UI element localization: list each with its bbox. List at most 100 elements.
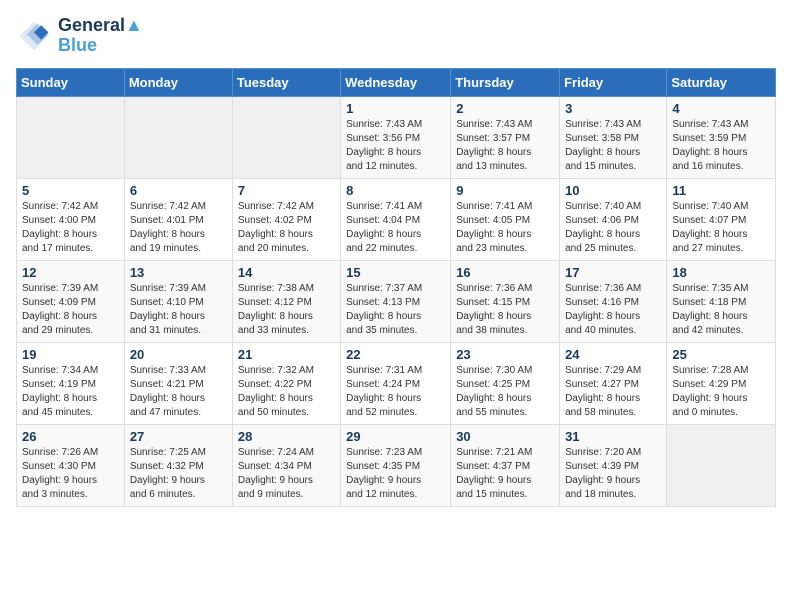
calendar-cell: 18 Sunrise: 7:35 AM Sunset: 4:18 PM Dayli… (667, 260, 776, 342)
day-info: Sunrise: 7:39 AM Sunset: 4:10 PM Dayligh… (130, 282, 227, 338)
calendar-cell: 10 Sunrise: 7:40 AM Sunset: 4:06 PM Dayli… (560, 178, 667, 260)
calendar-cell (232, 96, 340, 178)
weekday-header: Thursday (451, 68, 560, 96)
day-info: Sunrise: 7:37 AM Sunset: 4:13 PM Dayligh… (346, 282, 445, 338)
weekday-header: Wednesday (341, 68, 451, 96)
day-info: Sunrise: 7:41 AM Sunset: 4:05 PM Dayligh… (456, 200, 554, 256)
calendar-cell: 3 Sunrise: 7:43 AM Sunset: 3:58 PM Daylig… (560, 96, 667, 178)
calendar-cell: 7 Sunrise: 7:42 AM Sunset: 4:02 PM Daylig… (232, 178, 340, 260)
weekday-header: Tuesday (232, 68, 340, 96)
day-number: 11 (672, 183, 770, 198)
day-number: 8 (346, 183, 445, 198)
day-info: Sunrise: 7:21 AM Sunset: 4:37 PM Dayligh… (456, 446, 554, 502)
calendar-cell: 30 Sunrise: 7:21 AM Sunset: 4:37 PM Dayli… (451, 424, 560, 506)
day-info: Sunrise: 7:29 AM Sunset: 4:27 PM Dayligh… (565, 364, 661, 420)
calendar-cell: 4 Sunrise: 7:43 AM Sunset: 3:59 PM Daylig… (667, 96, 776, 178)
day-number: 28 (238, 429, 335, 444)
day-number: 16 (456, 265, 554, 280)
calendar-cell: 20Sunrise: 7:33 AM Sunset: 4:21 PM Dayli… (124, 342, 232, 424)
day-number: 19 (22, 347, 119, 362)
day-number: 12 (22, 265, 119, 280)
calendar-cell: 13Sunrise: 7:39 AM Sunset: 4:10 PM Dayli… (124, 260, 232, 342)
day-info: Sunrise: 7:20 AM Sunset: 4:39 PM Dayligh… (565, 446, 661, 502)
calendar-cell: 31 Sunrise: 7:20 AM Sunset: 4:39 PM Dayli… (560, 424, 667, 506)
calendar-cell: 11 Sunrise: 7:40 AM Sunset: 4:07 PM Dayli… (667, 178, 776, 260)
calendar-week-row: 1Sunrise: 7:43 AM Sunset: 3:56 PM Daylig… (17, 96, 776, 178)
logo-icon (16, 18, 52, 54)
calendar-cell: 9 Sunrise: 7:41 AM Sunset: 4:05 PM Daylig… (451, 178, 560, 260)
calendar-header: SundayMondayTuesdayWednesdayThursdayFrid… (17, 68, 776, 96)
day-info: Sunrise: 7:25 AM Sunset: 4:32 PM Dayligh… (130, 446, 227, 502)
day-number: 1 (346, 101, 445, 116)
day-info: Sunrise: 7:24 AM Sunset: 4:34 PM Dayligh… (238, 446, 335, 502)
day-info: Sunrise: 7:39 AM Sunset: 4:09 PM Dayligh… (22, 282, 119, 338)
calendar-cell: 23 Sunrise: 7:30 AM Sunset: 4:25 PM Dayli… (451, 342, 560, 424)
calendar-cell: 29Sunrise: 7:23 AM Sunset: 4:35 PM Dayli… (341, 424, 451, 506)
day-info: Sunrise: 7:33 AM Sunset: 4:21 PM Dayligh… (130, 364, 227, 420)
day-number: 6 (130, 183, 227, 198)
day-info: Sunrise: 7:38 AM Sunset: 4:12 PM Dayligh… (238, 282, 335, 338)
day-info: Sunrise: 7:36 AM Sunset: 4:16 PM Dayligh… (565, 282, 661, 338)
calendar-cell: 22Sunrise: 7:31 AM Sunset: 4:24 PM Dayli… (341, 342, 451, 424)
day-number: 30 (456, 429, 554, 444)
day-info: Sunrise: 7:35 AM Sunset: 4:18 PM Dayligh… (672, 282, 770, 338)
day-number: 14 (238, 265, 335, 280)
calendar-cell (667, 424, 776, 506)
page-header: General▲ Blue (16, 16, 776, 56)
calendar-cell: 5Sunrise: 7:42 AM Sunset: 4:00 PM Daylig… (17, 178, 125, 260)
day-number: 18 (672, 265, 770, 280)
day-info: Sunrise: 7:42 AM Sunset: 4:02 PM Dayligh… (238, 200, 335, 256)
day-info: Sunrise: 7:30 AM Sunset: 4:25 PM Dayligh… (456, 364, 554, 420)
day-info: Sunrise: 7:28 AM Sunset: 4:29 PM Dayligh… (672, 364, 770, 420)
day-number: 4 (672, 101, 770, 116)
day-info: Sunrise: 7:40 AM Sunset: 4:07 PM Dayligh… (672, 200, 770, 256)
calendar-week-row: 26 Sunrise: 7:26 AM Sunset: 4:30 PM Dayli… (17, 424, 776, 506)
day-number: 31 (565, 429, 661, 444)
day-number: 3 (565, 101, 661, 116)
day-number: 15 (346, 265, 445, 280)
day-number: 7 (238, 183, 335, 198)
day-number: 21 (238, 347, 335, 362)
calendar-week-row: 5Sunrise: 7:42 AM Sunset: 4:00 PM Daylig… (17, 178, 776, 260)
weekday-header: Friday (560, 68, 667, 96)
calendar-cell: 27 Sunrise: 7:25 AM Sunset: 4:32 PM Dayli… (124, 424, 232, 506)
calendar-cell: 16 Sunrise: 7:36 AM Sunset: 4:15 PM Dayli… (451, 260, 560, 342)
calendar-cell: 28 Sunrise: 7:24 AM Sunset: 4:34 PM Dayli… (232, 424, 340, 506)
calendar-cell: 6Sunrise: 7:42 AM Sunset: 4:01 PM Daylig… (124, 178, 232, 260)
day-number: 2 (456, 101, 554, 116)
day-number: 23 (456, 347, 554, 362)
weekday-header: Monday (124, 68, 232, 96)
calendar-cell: 14 Sunrise: 7:38 AM Sunset: 4:12 PM Dayli… (232, 260, 340, 342)
calendar-cell: 25 Sunrise: 7:28 AM Sunset: 4:29 PM Dayli… (667, 342, 776, 424)
calendar-cell: 24 Sunrise: 7:29 AM Sunset: 4:27 PM Dayli… (560, 342, 667, 424)
calendar-week-row: 19 Sunrise: 7:34 AM Sunset: 4:19 PM Dayli… (17, 342, 776, 424)
day-number: 24 (565, 347, 661, 362)
weekday-header: Sunday (17, 68, 125, 96)
day-number: 27 (130, 429, 227, 444)
day-info: Sunrise: 7:42 AM Sunset: 4:00 PM Dayligh… (22, 200, 119, 256)
day-info: Sunrise: 7:40 AM Sunset: 4:06 PM Dayligh… (565, 200, 661, 256)
calendar-cell: 1Sunrise: 7:43 AM Sunset: 3:56 PM Daylig… (341, 96, 451, 178)
day-number: 10 (565, 183, 661, 198)
calendar-cell: 17 Sunrise: 7:36 AM Sunset: 4:16 PM Dayli… (560, 260, 667, 342)
calendar-cell: 26 Sunrise: 7:26 AM Sunset: 4:30 PM Dayli… (17, 424, 125, 506)
logo-text: General▲ Blue (58, 16, 143, 56)
calendar-cell: 12 Sunrise: 7:39 AM Sunset: 4:09 PM Dayli… (17, 260, 125, 342)
day-info: Sunrise: 7:32 AM Sunset: 4:22 PM Dayligh… (238, 364, 335, 420)
calendar-cell: 15 Sunrise: 7:37 AM Sunset: 4:13 PM Dayli… (341, 260, 451, 342)
day-info: Sunrise: 7:43 AM Sunset: 3:59 PM Dayligh… (672, 118, 770, 174)
calendar-cell (17, 96, 125, 178)
day-info: Sunrise: 7:36 AM Sunset: 4:15 PM Dayligh… (456, 282, 554, 338)
day-number: 9 (456, 183, 554, 198)
day-number: 26 (22, 429, 119, 444)
day-info: Sunrise: 7:31 AM Sunset: 4:24 PM Dayligh… (346, 364, 445, 420)
calendar-body: 1Sunrise: 7:43 AM Sunset: 3:56 PM Daylig… (17, 96, 776, 506)
day-info: Sunrise: 7:26 AM Sunset: 4:30 PM Dayligh… (22, 446, 119, 502)
calendar-table: SundayMondayTuesdayWednesdayThursdayFrid… (16, 68, 776, 507)
day-number: 17 (565, 265, 661, 280)
day-info: Sunrise: 7:34 AM Sunset: 4:19 PM Dayligh… (22, 364, 119, 420)
calendar-week-row: 12 Sunrise: 7:39 AM Sunset: 4:09 PM Dayli… (17, 260, 776, 342)
day-number: 25 (672, 347, 770, 362)
day-info: Sunrise: 7:43 AM Sunset: 3:58 PM Dayligh… (565, 118, 661, 174)
weekday-header: Saturday (667, 68, 776, 96)
